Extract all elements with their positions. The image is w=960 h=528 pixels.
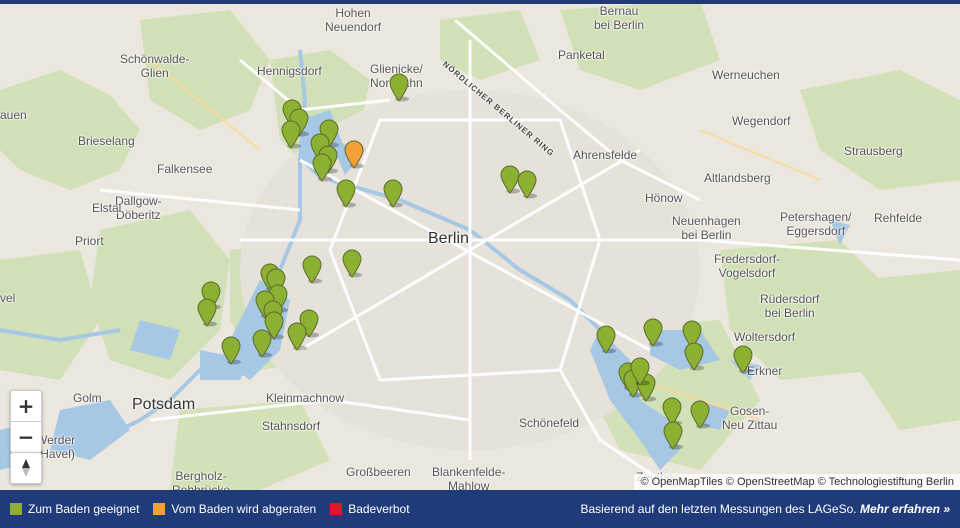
bathing-spot-marker[interactable] [301, 254, 323, 284]
marker-pin-icon [302, 255, 322, 284]
label-ahrensfelde: Ahrensfelde [573, 148, 638, 162]
footer-bar: Zum Baden geeignet Vom Baden wird abgera… [0, 490, 960, 528]
legend-swatch-discouraged [153, 503, 166, 515]
compass-button[interactable] [10, 452, 42, 484]
bathing-spot-marker[interactable] [251, 328, 273, 358]
label-grossbeeren: Großbeeren [346, 465, 411, 479]
zoom-in-button[interactable]: + [11, 391, 41, 422]
bathing-spot-marker[interactable] [341, 248, 363, 278]
label-fredersdorf: Fredersdorf- Vogelsdorf [714, 252, 781, 280]
label-vel: vel [0, 291, 16, 305]
label-hohen-neuendorf: Hohen Neuendorf [325, 6, 382, 34]
marker-pin-icon [344, 140, 364, 169]
label-elstal: Elstal [92, 201, 122, 215]
label-priort: Priort [75, 234, 104, 248]
label-auen: auen [0, 108, 27, 122]
more-info-link[interactable]: Mehr erfahren » [860, 502, 950, 516]
label-gosen: Gosen- Neu Zittau [722, 404, 778, 432]
label-werneuchen: Werneuchen [712, 68, 780, 82]
label-schoenwalde: Schönwalde- Glien [120, 52, 190, 80]
label-wegendorf: Wegendorf [732, 114, 791, 128]
legend-swatch-suitable [10, 503, 22, 515]
label-bernau: Bernau bei Berlin [594, 4, 645, 32]
legend-label-suitable: Zum Baden geeignet [28, 502, 140, 516]
label-neuenhagen: Neuenhagen bei Berlin [672, 214, 741, 242]
compass-icon [22, 459, 30, 477]
marker-pin-icon [197, 298, 217, 327]
legend-item-ban: Badeverbot [330, 502, 410, 516]
marker-pin-icon [383, 179, 403, 208]
zoom-control: + − [10, 390, 42, 453]
zoom-out-button[interactable]: − [11, 422, 41, 452]
marker-pin-icon [517, 170, 537, 199]
marker-pin-icon [287, 322, 307, 351]
bathing-spot-marker[interactable] [343, 139, 365, 169]
label-stahnsdorf: Stahnsdorf [262, 419, 321, 433]
bathing-spot-marker[interactable] [732, 344, 754, 374]
marker-pin-icon [221, 336, 241, 365]
marker-pin-icon [281, 120, 301, 149]
bathing-spot-marker[interactable] [382, 178, 404, 208]
bathing-spot-marker[interactable] [662, 420, 684, 450]
marker-pin-icon [630, 357, 650, 386]
label-petershagen: Petershagen/ Eggersdorf [780, 210, 852, 238]
label-altlandsberg: Altlandsberg [704, 171, 771, 185]
marker-pin-icon [336, 179, 356, 208]
bathing-spot-marker[interactable] [683, 341, 705, 371]
label-golm: Golm [73, 391, 102, 405]
marker-pin-icon [342, 249, 362, 278]
label-potsdam: Potsdam [132, 396, 196, 413]
bathing-spot-marker[interactable] [516, 169, 538, 199]
label-blankenfelde: Blankenfelde- Mahlow [432, 465, 506, 490]
label-falkensee: Falkensee [157, 162, 213, 176]
marker-pin-icon [596, 325, 616, 354]
legend-item-discouraged: Vom Baden wird abgeraten [153, 502, 316, 516]
marker-pin-icon [312, 153, 332, 182]
bathing-spot-marker[interactable] [629, 356, 651, 386]
legend-label-ban: Badeverbot [348, 502, 410, 516]
marker-pin-icon [684, 342, 704, 371]
map-canvas[interactable]: Hohen Neuendorf Bernau bei Berlin Schönw… [0, 0, 960, 490]
bathing-spot-marker[interactable] [311, 152, 333, 182]
bathing-spot-marker[interactable] [196, 297, 218, 327]
marker-pin-icon [389, 73, 409, 102]
bathing-spot-marker[interactable] [595, 324, 617, 354]
legend-swatch-ban [330, 503, 343, 515]
legend: Zum Baden geeignet Vom Baden wird abgera… [10, 502, 424, 516]
label-hennigsdorf: Hennigsdorf [257, 64, 322, 78]
label-berlin: Berlin [428, 230, 469, 247]
footer-text: Basierend auf den letzten Messungen des … [580, 502, 857, 516]
top-strip [0, 0, 960, 4]
bathing-spot-marker[interactable] [220, 335, 242, 365]
legend-label-discouraged: Vom Baden wird abgeraten [171, 502, 317, 516]
bathing-spot-marker[interactable] [286, 321, 308, 351]
label-brieselang: Brieselang [78, 134, 135, 148]
label-ruedersdorf: Rüdersdorf bei Berlin [760, 292, 820, 320]
marker-pin-icon [690, 400, 710, 429]
marker-pin-icon [663, 421, 683, 450]
label-kleinmachnow: Kleinmachnow [266, 391, 345, 405]
bathing-spot-marker[interactable] [335, 178, 357, 208]
legend-item-suitable: Zum Baden geeignet [10, 502, 139, 516]
label-schoenefeld: Schönefeld [519, 416, 580, 430]
label-dallgow: Dallgow- Döberitz [115, 194, 162, 222]
label-woltersdorf: Woltersdorf [734, 330, 796, 344]
map-attribution: © OpenMapTiles © OpenStreetMap © Technol… [634, 474, 960, 490]
bathing-spot-marker[interactable] [642, 317, 664, 347]
marker-pin-icon [643, 318, 663, 347]
label-hoenow: Hönow [645, 191, 683, 205]
footer-info: Basierend auf den letzten Messungen des … [580, 502, 950, 516]
label-bergholz: Bergholz- Rehbrücke [172, 469, 231, 490]
label-panketal: Panketal [558, 48, 605, 62]
marker-pin-icon [252, 329, 272, 358]
bathing-spot-marker[interactable] [689, 399, 711, 429]
marker-pin-icon [733, 345, 753, 374]
label-rehfelde: Rehfelde [874, 211, 923, 225]
bathing-spot-marker[interactable] [280, 119, 302, 149]
bathing-spot-marker[interactable] [388, 72, 410, 102]
label-strausberg: Strausberg [844, 144, 903, 158]
